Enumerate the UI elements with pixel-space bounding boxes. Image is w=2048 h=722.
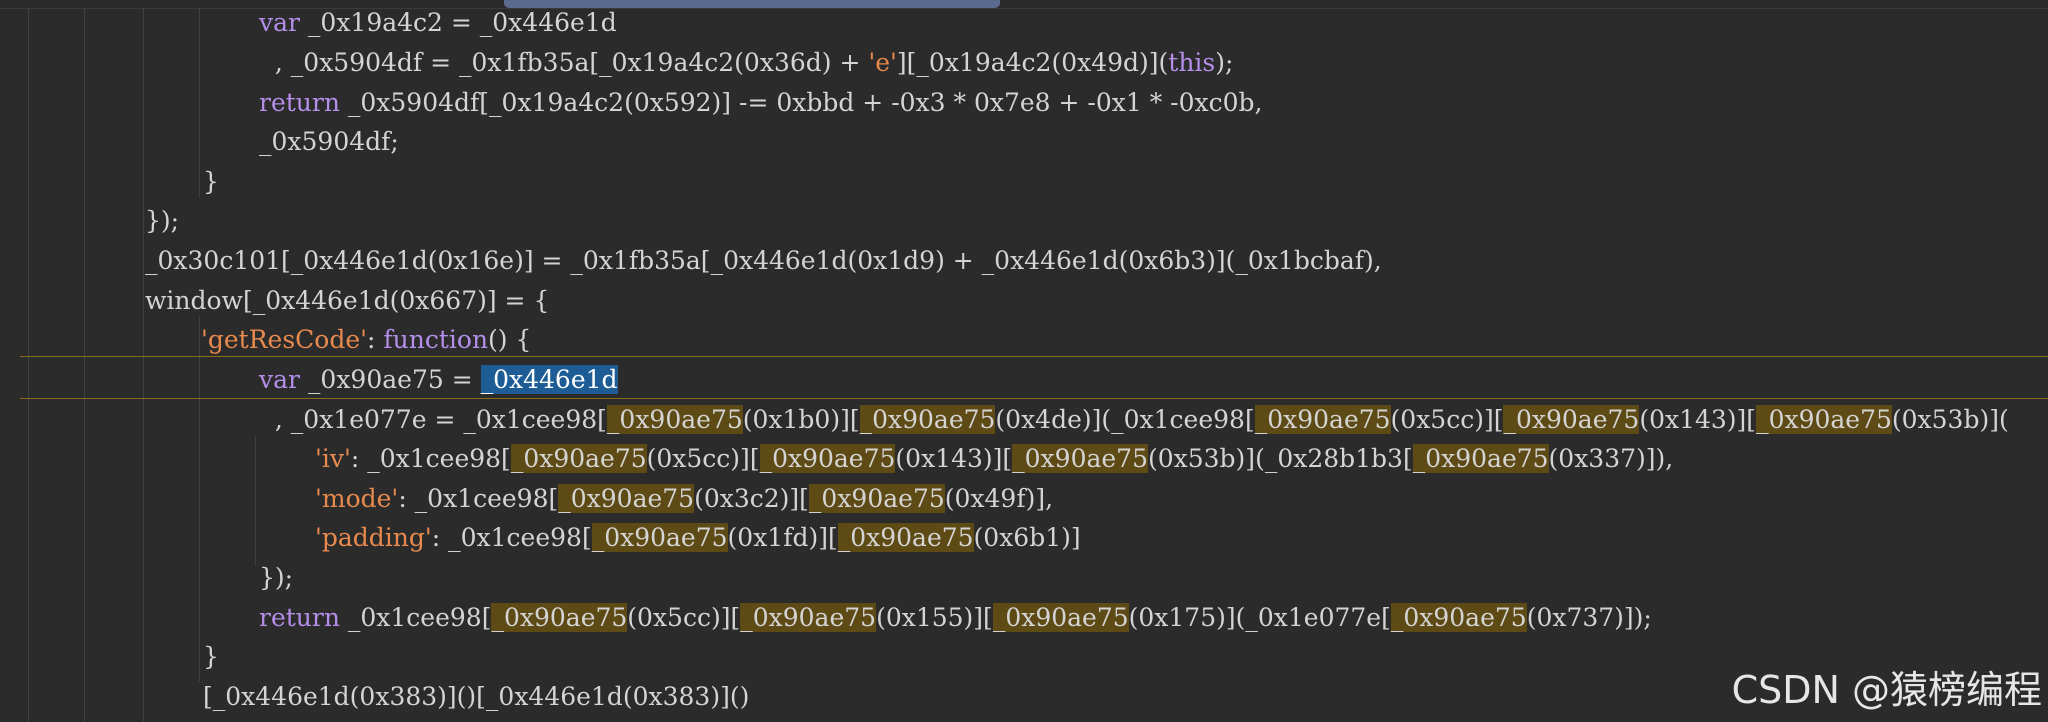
code-token: _0x19a4c2 = _0x446e1d <box>299 8 617 37</box>
code-line[interactable]: } <box>203 637 219 677</box>
code-token: _0x5904df[_0x19a4c2(0x592)] -= 0xbbd + -… <box>339 88 1263 117</box>
highlighted-token: _0x90ae75 <box>491 603 628 632</box>
code-token: , _0x5904df = _0x1fb35a[_0x19a4c2(0x36d)… <box>259 48 869 77</box>
highlighted-token: _0x90ae75 <box>558 484 695 513</box>
code-token: (0x5cc)][ <box>646 444 760 473</box>
code-token: : _0x1cee98[ <box>350 444 511 473</box>
code-line[interactable]: 'getResCode': function() { <box>201 320 531 360</box>
code-line[interactable]: }); <box>259 558 293 598</box>
code-line[interactable]: return _0x1cee98[_0x90ae75(0x5cc)][_0x90… <box>259 598 1652 638</box>
code-token: var <box>259 8 300 37</box>
code-token: (0x4de)](_0x1cee98[ <box>995 405 1255 434</box>
indent-guide <box>255 436 256 566</box>
highlighted-token: _0x90ae75 <box>510 444 647 473</box>
highlighted-token: _0x90ae75 <box>808 484 945 513</box>
code-token: (0x175)](_0x1e077e[ <box>1128 603 1391 632</box>
code-token: (0x53b)](_0x28b1b3[ <box>1147 444 1413 473</box>
code-token: 'getResCode' <box>201 325 368 354</box>
code-token: }); <box>259 563 294 592</box>
code-token: [_0x446e1d(0x383)]()[_0x446e1d(0x383)]() <box>203 682 750 711</box>
code-line[interactable]: }); <box>145 201 179 241</box>
code-token: (0x49f)], <box>944 484 1054 513</box>
code-token: : _0x1cee98[ <box>431 523 592 552</box>
code-line[interactable]: return _0x5904df[_0x19a4c2(0x592)] -= 0x… <box>259 83 1262 123</box>
code-line[interactable]: window[_0x446e1d(0x667)] = { <box>145 281 549 321</box>
code-token: return <box>259 88 340 117</box>
code-token: 'e' <box>868 48 897 77</box>
code-token: , _0x1e077e = _0x1cee98[ <box>259 405 607 434</box>
highlighted-token: _0x90ae75 <box>606 405 743 434</box>
highlighted-token: _0x90ae75 <box>740 603 877 632</box>
code-token: _0x5904df; <box>259 127 399 156</box>
code-token: (0x1fd)][ <box>727 523 838 552</box>
code-token: (0x1b0)][ <box>742 405 860 434</box>
code-token: (0x143)][ <box>1639 405 1757 434</box>
code-token: (0x737)]); <box>1526 603 1652 632</box>
code-line[interactable]: , _0x1e077e = _0x1cee98[_0x90ae75(0x1b0)… <box>259 400 2009 440</box>
code-line[interactable]: _0x5904df; <box>259 122 399 162</box>
code-token: (0x337)]), <box>1548 444 1674 473</box>
code-token: (0x3c2)][ <box>694 484 809 513</box>
highlighted-token: _0x90ae75 <box>1254 405 1391 434</box>
code-line[interactable]: } <box>203 162 219 202</box>
highlighted-token: _0x90ae75 <box>759 444 896 473</box>
code-line[interactable]: _0x30c101[_0x446e1d(0x16e)] = _0x1fb35a[… <box>145 241 1382 281</box>
code-line[interactable]: 'mode': _0x1cee98[_0x90ae75(0x3c2)][_0x9… <box>315 479 1053 519</box>
highlighted-token: _0x90ae75 <box>1390 603 1527 632</box>
highlighted-token: _0x90ae75 <box>859 405 996 434</box>
code-token: } <box>203 167 219 196</box>
code-token: this <box>1168 48 1216 77</box>
code-line[interactable]: 'padding': _0x1cee98[_0x90ae75(0x1fd)][_… <box>315 518 1081 558</box>
code-token: () { <box>488 325 532 354</box>
code-line[interactable]: [_0x446e1d(0x383)]()[_0x446e1d(0x383)]() <box>203 677 749 717</box>
code-editor[interactable]: var _0x19a4c2 = _0x446e1d , _0x5904df = … <box>0 0 2048 722</box>
code-token: function <box>383 325 489 354</box>
highlighted-token: _0x90ae75 <box>992 603 1129 632</box>
code-token: var <box>259 365 300 394</box>
highlighted-token: _0x90ae75 <box>1756 405 1892 434</box>
code-token: : <box>367 325 384 354</box>
highlighted-token: _0x90ae75 <box>1012 444 1148 473</box>
highlighted-token: _0x90ae75 <box>1412 444 1549 473</box>
code-token: } <box>203 642 219 671</box>
highlighted-token: _0x90ae75 <box>837 523 974 552</box>
highlighted-token: _0x90ae75 <box>1503 405 1640 434</box>
code-token: ][_0x19a4c2(0x49d)]( <box>896 48 1169 77</box>
code-line[interactable]: var _0x19a4c2 = _0x446e1d <box>259 3 617 43</box>
code-line[interactable]: var _0x90ae75 = _0x446e1d <box>259 360 618 400</box>
highlighted-token: _0x90ae75 <box>591 523 728 552</box>
code-token: : _0x1cee98[ <box>398 484 559 513</box>
indent-guide <box>199 8 200 198</box>
code-token: 'padding' <box>315 523 432 552</box>
code-token: (0x6b1)] <box>973 523 1081 552</box>
code-token: (0x5cc)][ <box>627 603 741 632</box>
code-token: (0x143)][ <box>895 444 1013 473</box>
code-token: _0x1cee98[ <box>339 603 492 632</box>
code-token: }); <box>145 206 180 235</box>
code-token: (0x5cc)][ <box>1390 405 1504 434</box>
code-token: _0x30c101[_0x446e1d(0x16e)] = _0x1fb35a[… <box>145 246 1382 275</box>
selected-token: _0x446e1d <box>480 365 618 394</box>
code-token: (0x155)][ <box>876 603 993 632</box>
code-token: return <box>259 603 340 632</box>
code-token: 'mode' <box>315 484 399 513</box>
code-token: 'iv' <box>315 444 351 473</box>
code-line[interactable]: , _0x5904df = _0x1fb35a[_0x19a4c2(0x36d)… <box>259 43 1234 83</box>
code-token: (0x53b)]( <box>1891 405 2009 434</box>
csdn-watermark: CSDN @猿榜编程 <box>1731 668 2042 712</box>
code-token: ); <box>1215 48 1234 77</box>
code-line[interactable]: 'iv': _0x1cee98[_0x90ae75(0x5cc)][_0x90a… <box>315 439 1673 479</box>
code-token: _0x90ae75 = <box>299 365 481 394</box>
code-token: window[_0x446e1d(0x667)] = { <box>145 286 550 315</box>
